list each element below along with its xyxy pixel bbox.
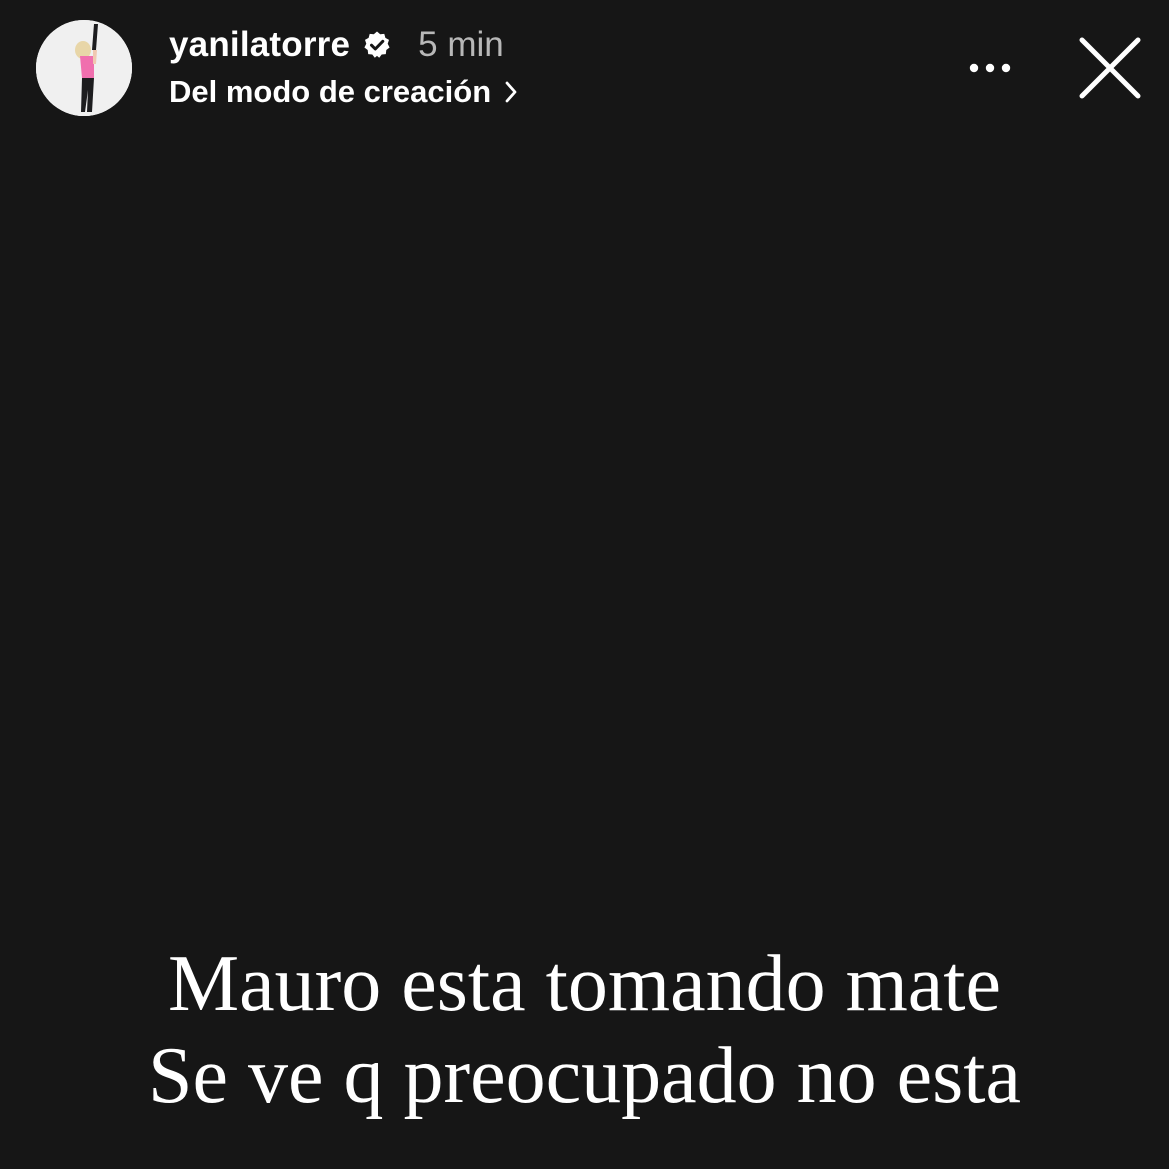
chevron-right-icon bbox=[503, 79, 519, 105]
username[interactable]: yanilatorre bbox=[169, 22, 350, 68]
avatar-photo bbox=[36, 20, 132, 116]
username-row: yanilatorre 5 min bbox=[169, 22, 504, 68]
creation-mode-label: Del modo de creación bbox=[169, 74, 492, 109]
caption-line-1: Mauro esta tomando mate bbox=[167, 940, 1002, 1028]
more-dots-icon bbox=[969, 63, 1011, 73]
story-caption: Mauro esta tomando mate Se ve q preocupa… bbox=[0, 938, 1169, 1122]
creation-mode-link[interactable]: Del modo de creación bbox=[169, 70, 519, 114]
avatar[interactable] bbox=[36, 20, 132, 116]
close-button[interactable] bbox=[1072, 30, 1148, 106]
caption-line-2: Se ve q preocupado no esta bbox=[147, 1032, 1022, 1120]
story-viewer: yanilatorre 5 min Del modo de creación M… bbox=[0, 0, 1169, 1169]
close-icon bbox=[1079, 37, 1141, 99]
post-time: 5 min bbox=[418, 25, 504, 64]
verified-badge-icon bbox=[362, 30, 392, 60]
more-options-button[interactable] bbox=[958, 46, 1022, 90]
